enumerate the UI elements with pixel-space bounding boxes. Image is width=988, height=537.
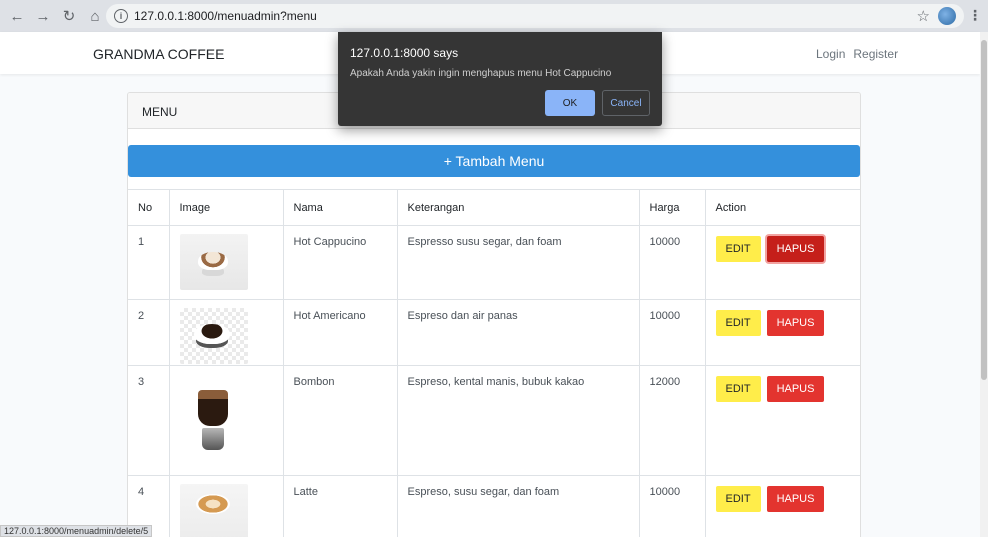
dialog-message: Apakah Anda yakin ingin menghapus menu H… xyxy=(350,68,612,79)
page-scrollbar[interactable] xyxy=(980,32,988,537)
col-header-no: No xyxy=(128,189,170,226)
cell-image xyxy=(169,475,284,537)
browser-toolbar: ← → ↻ ⌂ i 127.0.0.1:8000/menuadmin?menu … xyxy=(0,0,988,32)
product-image xyxy=(196,390,232,454)
dialog-cancel-button[interactable]: Cancel xyxy=(602,90,650,116)
col-header-image: Image xyxy=(169,189,284,226)
cell-no: 1 xyxy=(128,225,170,300)
cell-keterangan: Espreso, kental manis, bubuk kakao xyxy=(397,365,640,476)
cell-harga: 12000 xyxy=(639,365,706,476)
brand-logo[interactable]: GRANDMA COFFEE xyxy=(93,46,224,62)
dialog-ok-button[interactable]: OK xyxy=(545,90,595,116)
hapus-button[interactable]: HAPUS xyxy=(766,236,825,262)
cell-keterangan: Espreso dan air panas xyxy=(397,299,640,366)
table-row: 3 Bombon Espreso, kental manis, bubuk ka… xyxy=(128,365,860,476)
cell-action: EDIT HAPUS xyxy=(705,299,860,366)
add-menu-button[interactable]: + Tambah Menu xyxy=(128,145,860,177)
dialog-title: 127.0.0.1:8000 says xyxy=(350,46,459,60)
status-bar-url: 127.0.0.1:8000/menuadmin/delete/5 xyxy=(0,525,153,537)
edit-button[interactable]: EDIT xyxy=(715,486,761,512)
cell-keterangan: Espreso, susu segar, dan foam xyxy=(397,475,640,537)
edit-button[interactable]: EDIT xyxy=(715,376,761,402)
cell-image xyxy=(169,225,284,300)
menu-card: MENU + Tambah Menu No Image Nama Keteran… xyxy=(127,92,861,537)
col-header-harga: Harga xyxy=(639,189,706,226)
login-link[interactable]: Login xyxy=(816,47,845,61)
cell-action: EDIT HAPUS xyxy=(705,475,860,537)
menu-table: No Image Nama Keterangan Harga Action 1 … xyxy=(128,189,860,537)
browser-menu-icon[interactable]: ⋮ xyxy=(968,7,982,24)
table-row: 2 Hot Americano Espreso dan air panas 10… xyxy=(128,299,860,366)
hapus-button[interactable]: HAPUS xyxy=(766,376,825,402)
table-row: 4 Latte Espreso, susu segar, dan foam 10… xyxy=(128,475,860,537)
cell-image xyxy=(169,365,284,476)
product-image xyxy=(179,234,248,290)
cell-action: EDIT HAPUS xyxy=(705,225,860,300)
cell-harga: 10000 xyxy=(639,299,706,366)
cell-nama: Hot Americano xyxy=(283,299,398,366)
col-header-action: Action xyxy=(705,189,860,226)
col-header-nama: Nama xyxy=(283,189,398,226)
cell-nama: Hot Cappucino xyxy=(283,225,398,300)
cell-nama: Bombon xyxy=(283,365,398,476)
hapus-button[interactable]: HAPUS xyxy=(766,310,825,336)
product-image xyxy=(179,484,248,537)
address-bar[interactable]: i 127.0.0.1:8000/menuadmin?menu ☆ xyxy=(106,4,964,28)
hapus-button[interactable]: HAPUS xyxy=(766,486,825,512)
cell-no: 2 xyxy=(128,299,170,366)
scrollbar-thumb[interactable] xyxy=(981,40,987,380)
cell-image xyxy=(169,299,284,366)
edit-button[interactable]: EDIT xyxy=(715,236,761,262)
cell-harga: 10000 xyxy=(639,225,706,300)
register-link[interactable]: Register xyxy=(853,47,898,61)
table-header-row: No Image Nama Keterangan Harga Action xyxy=(128,189,860,226)
cell-nama: Latte xyxy=(283,475,398,537)
info-icon[interactable]: i xyxy=(114,9,128,23)
forward-icon[interactable]: → xyxy=(32,5,54,27)
reload-icon[interactable]: ↻ xyxy=(58,5,80,27)
confirm-dialog: 127.0.0.1:8000 says Apakah Anda yakin in… xyxy=(338,32,662,126)
back-icon[interactable]: ← xyxy=(6,5,28,27)
cell-action: EDIT HAPUS xyxy=(705,365,860,476)
col-header-keterangan: Keterangan xyxy=(397,189,640,226)
home-icon[interactable]: ⌂ xyxy=(84,5,106,27)
cell-harga: 10000 xyxy=(639,475,706,537)
table-row: 1 Hot Cappucino Espresso susu segar, dan… xyxy=(128,225,860,300)
cell-keterangan: Espresso susu segar, dan foam xyxy=(397,225,640,300)
cell-no: 3 xyxy=(128,365,170,476)
profile-avatar-icon[interactable] xyxy=(938,7,956,25)
product-image xyxy=(179,308,248,364)
bookmark-star-icon[interactable]: ☆ xyxy=(917,7,930,25)
auth-links: Login Register xyxy=(816,47,898,61)
address-url: 127.0.0.1:8000/menuadmin?menu xyxy=(134,9,317,23)
edit-button[interactable]: EDIT xyxy=(715,310,761,336)
